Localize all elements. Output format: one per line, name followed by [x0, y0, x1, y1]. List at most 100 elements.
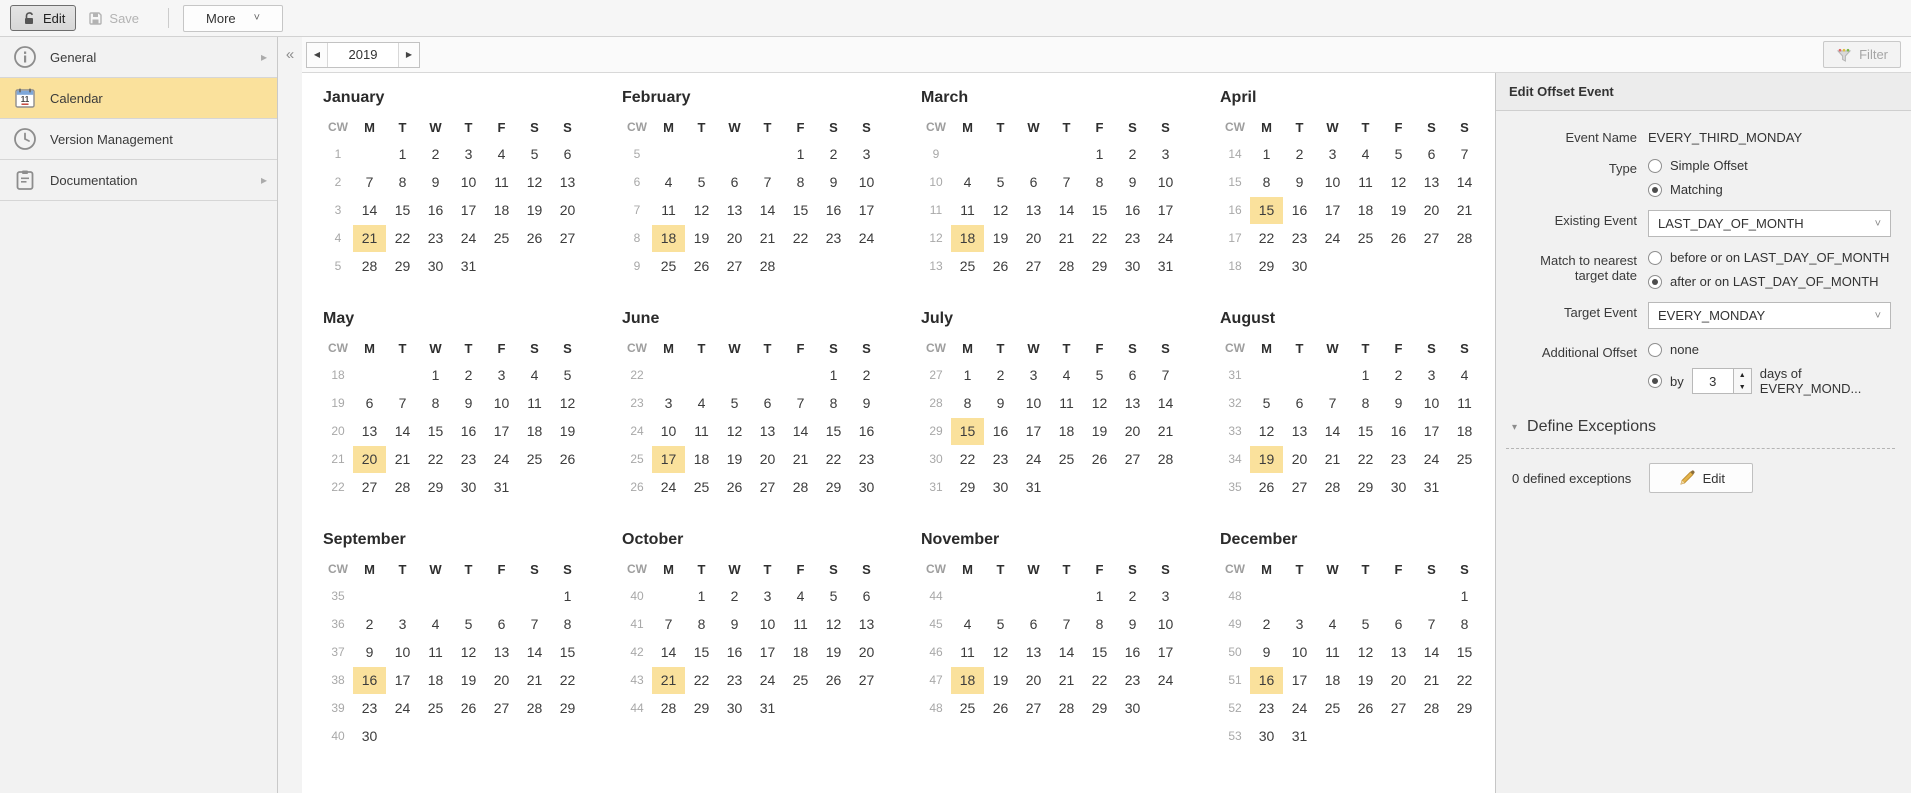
day-cell[interactable]: 13	[1116, 390, 1149, 417]
day-cell[interactable]: 8	[1083, 169, 1116, 196]
day-cell[interactable]: 16	[452, 418, 485, 445]
day-cell[interactable]: 2	[718, 583, 751, 610]
day-cell[interactable]: 2	[984, 362, 1017, 389]
day-cell[interactable]: 27	[485, 695, 518, 722]
day-cell[interactable]: 20	[1017, 225, 1050, 252]
more-button[interactable]: More ˅	[183, 5, 283, 32]
day-cell[interactable]: 1	[1349, 362, 1382, 389]
day-cell[interactable]: 9	[353, 639, 386, 666]
day-cell[interactable]: 21	[353, 225, 386, 252]
day-cell[interactable]: 18	[1448, 418, 1481, 445]
day-cell[interactable]: 21	[652, 667, 685, 694]
day-cell[interactable]: 20	[850, 639, 883, 666]
day-cell[interactable]: 31	[1149, 253, 1182, 280]
day-cell[interactable]: 13	[551, 169, 584, 196]
day-cell[interactable]: 28	[1316, 474, 1349, 501]
day-cell[interactable]: 21	[1448, 197, 1481, 224]
day-cell[interactable]: 11	[685, 418, 718, 445]
day-cell[interactable]: 25	[1448, 446, 1481, 473]
day-cell[interactable]: 1	[1448, 583, 1481, 610]
day-cell[interactable]: 8	[817, 390, 850, 417]
day-cell[interactable]: 6	[1017, 169, 1050, 196]
edit-exceptions-button[interactable]: Edit	[1649, 463, 1753, 493]
day-cell[interactable]: 22	[817, 446, 850, 473]
day-cell[interactable]: 9	[817, 169, 850, 196]
day-cell[interactable]: 22	[784, 225, 817, 252]
day-cell[interactable]: 31	[452, 253, 485, 280]
day-cell[interactable]: 4	[485, 141, 518, 168]
day-cell[interactable]: 18	[419, 667, 452, 694]
day-cell[interactable]: 8	[419, 390, 452, 417]
day-cell[interactable]: 25	[685, 474, 718, 501]
radio-by-days[interactable]: by ▲ ▼ days of EVERY_MOND...	[1648, 366, 1895, 396]
day-cell[interactable]: 16	[817, 197, 850, 224]
day-cell[interactable]: 14	[1050, 197, 1083, 224]
day-cell[interactable]: 26	[718, 474, 751, 501]
day-cell[interactable]: 29	[1083, 695, 1116, 722]
day-cell[interactable]: 28	[1448, 225, 1481, 252]
day-cell[interactable]: 21	[518, 667, 551, 694]
day-cell[interactable]: 1	[817, 362, 850, 389]
day-cell[interactable]: 21	[1316, 446, 1349, 473]
day-cell[interactable]: 24	[850, 225, 883, 252]
day-cell[interactable]: 15	[784, 197, 817, 224]
day-cell[interactable]: 26	[452, 695, 485, 722]
day-cell[interactable]: 5	[685, 169, 718, 196]
day-cell[interactable]: 9	[850, 390, 883, 417]
day-cell[interactable]: 13	[751, 418, 784, 445]
previous-year-button[interactable]: ◀	[307, 43, 327, 67]
day-cell[interactable]: 2	[1116, 141, 1149, 168]
day-cell[interactable]: 16	[1283, 197, 1316, 224]
collapse-sidebar-button[interactable]: «	[286, 46, 294, 793]
day-cell[interactable]: 25	[1050, 446, 1083, 473]
day-cell[interactable]: 31	[751, 695, 784, 722]
day-cell[interactable]: 10	[1149, 169, 1182, 196]
day-cell[interactable]: 17	[1149, 197, 1182, 224]
day-cell[interactable]: 10	[652, 418, 685, 445]
day-cell[interactable]: 3	[1316, 141, 1349, 168]
day-cell[interactable]: 30	[452, 474, 485, 501]
day-cell[interactable]: 7	[1050, 611, 1083, 638]
radio-button-icon[interactable]	[1648, 275, 1662, 289]
day-cell[interactable]: 13	[718, 197, 751, 224]
day-cell[interactable]: 10	[1415, 390, 1448, 417]
day-cell[interactable]: 16	[419, 197, 452, 224]
day-cell[interactable]: 13	[1382, 639, 1415, 666]
day-cell[interactable]: 13	[1283, 418, 1316, 445]
day-cell[interactable]: 26	[984, 695, 1017, 722]
day-cell[interactable]: 4	[784, 583, 817, 610]
day-cell[interactable]: 19	[1349, 667, 1382, 694]
day-cell[interactable]: 16	[353, 667, 386, 694]
day-cell[interactable]: 18	[1349, 197, 1382, 224]
day-cell[interactable]: 21	[1149, 418, 1182, 445]
day-cell[interactable]: 15	[551, 639, 584, 666]
day-cell[interactable]: 2	[1116, 583, 1149, 610]
day-cell[interactable]: 9	[419, 169, 452, 196]
day-cell[interactable]: 5	[984, 611, 1017, 638]
day-cell[interactable]: 3	[652, 390, 685, 417]
day-cell[interactable]: 11	[1316, 639, 1349, 666]
day-cell[interactable]: 13	[485, 639, 518, 666]
day-cell[interactable]: 15	[817, 418, 850, 445]
day-cell[interactable]: 23	[718, 667, 751, 694]
day-cell[interactable]: 14	[1149, 390, 1182, 417]
day-cell[interactable]: 25	[485, 225, 518, 252]
filter-button[interactable]: Filter	[1823, 41, 1901, 68]
day-cell[interactable]: 6	[485, 611, 518, 638]
day-cell[interactable]: 17	[1283, 667, 1316, 694]
day-cell[interactable]: 27	[1382, 695, 1415, 722]
day-cell[interactable]: 18	[1316, 667, 1349, 694]
day-cell[interactable]: 24	[386, 695, 419, 722]
day-cell[interactable]: 24	[1149, 667, 1182, 694]
day-cell[interactable]: 4	[652, 169, 685, 196]
day-cell[interactable]: 7	[1316, 390, 1349, 417]
radio-button-icon[interactable]	[1648, 374, 1662, 388]
day-cell[interactable]: 28	[784, 474, 817, 501]
day-cell[interactable]: 30	[1250, 723, 1283, 750]
day-cell[interactable]: 9	[984, 390, 1017, 417]
day-cell[interactable]: 16	[1116, 197, 1149, 224]
day-cell[interactable]: 30	[1382, 474, 1415, 501]
day-cell[interactable]: 19	[1083, 418, 1116, 445]
day-cell[interactable]: 3	[1149, 141, 1182, 168]
day-cell[interactable]: 6	[353, 390, 386, 417]
